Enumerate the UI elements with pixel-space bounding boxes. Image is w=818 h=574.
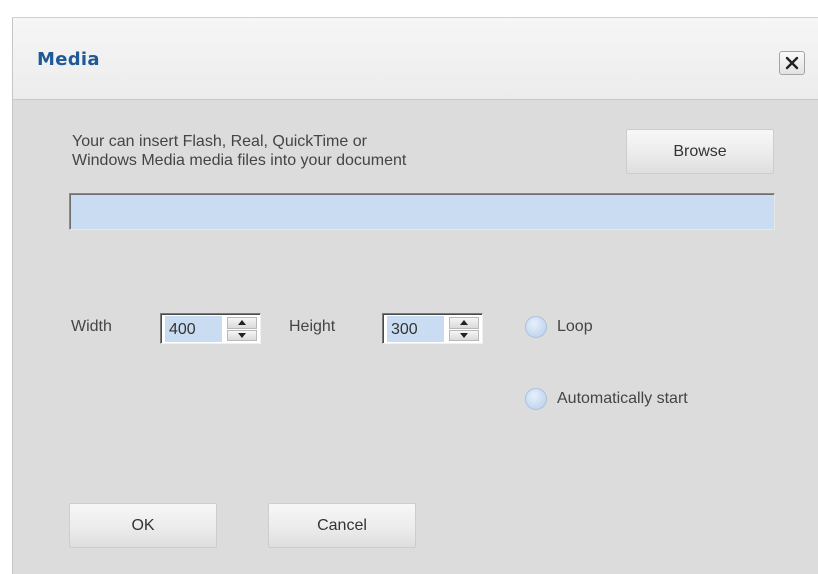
height-increment-button[interactable] bbox=[449, 317, 479, 329]
width-label: Width bbox=[71, 318, 112, 335]
arrow-up-icon bbox=[238, 320, 246, 326]
width-value[interactable]: 400 bbox=[165, 316, 222, 342]
description-line-2: Windows Media media files into your docu… bbox=[72, 152, 407, 169]
dialog-title: Media bbox=[37, 49, 100, 70]
description-line-1: Your can insert Flash, Real, QuickTime o… bbox=[72, 133, 367, 150]
autostart-label: Automatically start bbox=[557, 390, 688, 407]
arrow-down-icon bbox=[238, 332, 246, 338]
media-dialog: Media Your can insert Flash, Real, Quick… bbox=[12, 17, 818, 574]
browse-button[interactable]: Browse bbox=[626, 129, 774, 174]
autostart-checkbox[interactable] bbox=[525, 388, 547, 410]
width-decrement-button[interactable] bbox=[227, 329, 257, 341]
height-spinner[interactable]: 300 bbox=[382, 313, 483, 344]
height-label: Height bbox=[289, 318, 336, 335]
height-decrement-button[interactable] bbox=[449, 329, 479, 341]
width-increment-button[interactable] bbox=[227, 317, 257, 329]
description-text: Your can insert Flash, Real, QuickTime o… bbox=[72, 132, 406, 170]
arrow-down-icon bbox=[460, 332, 468, 338]
dialog-titlebar: Media bbox=[13, 18, 818, 100]
arrow-up-icon bbox=[460, 320, 468, 326]
loop-label: Loop bbox=[557, 318, 593, 335]
close-button[interactable] bbox=[779, 51, 805, 75]
autostart-option[interactable]: Automatically start bbox=[525, 388, 688, 410]
height-spinner-arrows bbox=[449, 317, 479, 341]
loop-option[interactable]: Loop bbox=[525, 316, 593, 338]
ok-button[interactable]: OK bbox=[69, 503, 217, 548]
height-value[interactable]: 300 bbox=[387, 316, 444, 342]
cancel-button[interactable]: Cancel bbox=[268, 503, 416, 548]
width-spinner-arrows bbox=[227, 317, 257, 341]
close-icon bbox=[785, 56, 799, 70]
file-path-input[interactable] bbox=[69, 193, 775, 230]
width-spinner[interactable]: 400 bbox=[160, 313, 261, 344]
loop-checkbox[interactable] bbox=[525, 316, 547, 338]
